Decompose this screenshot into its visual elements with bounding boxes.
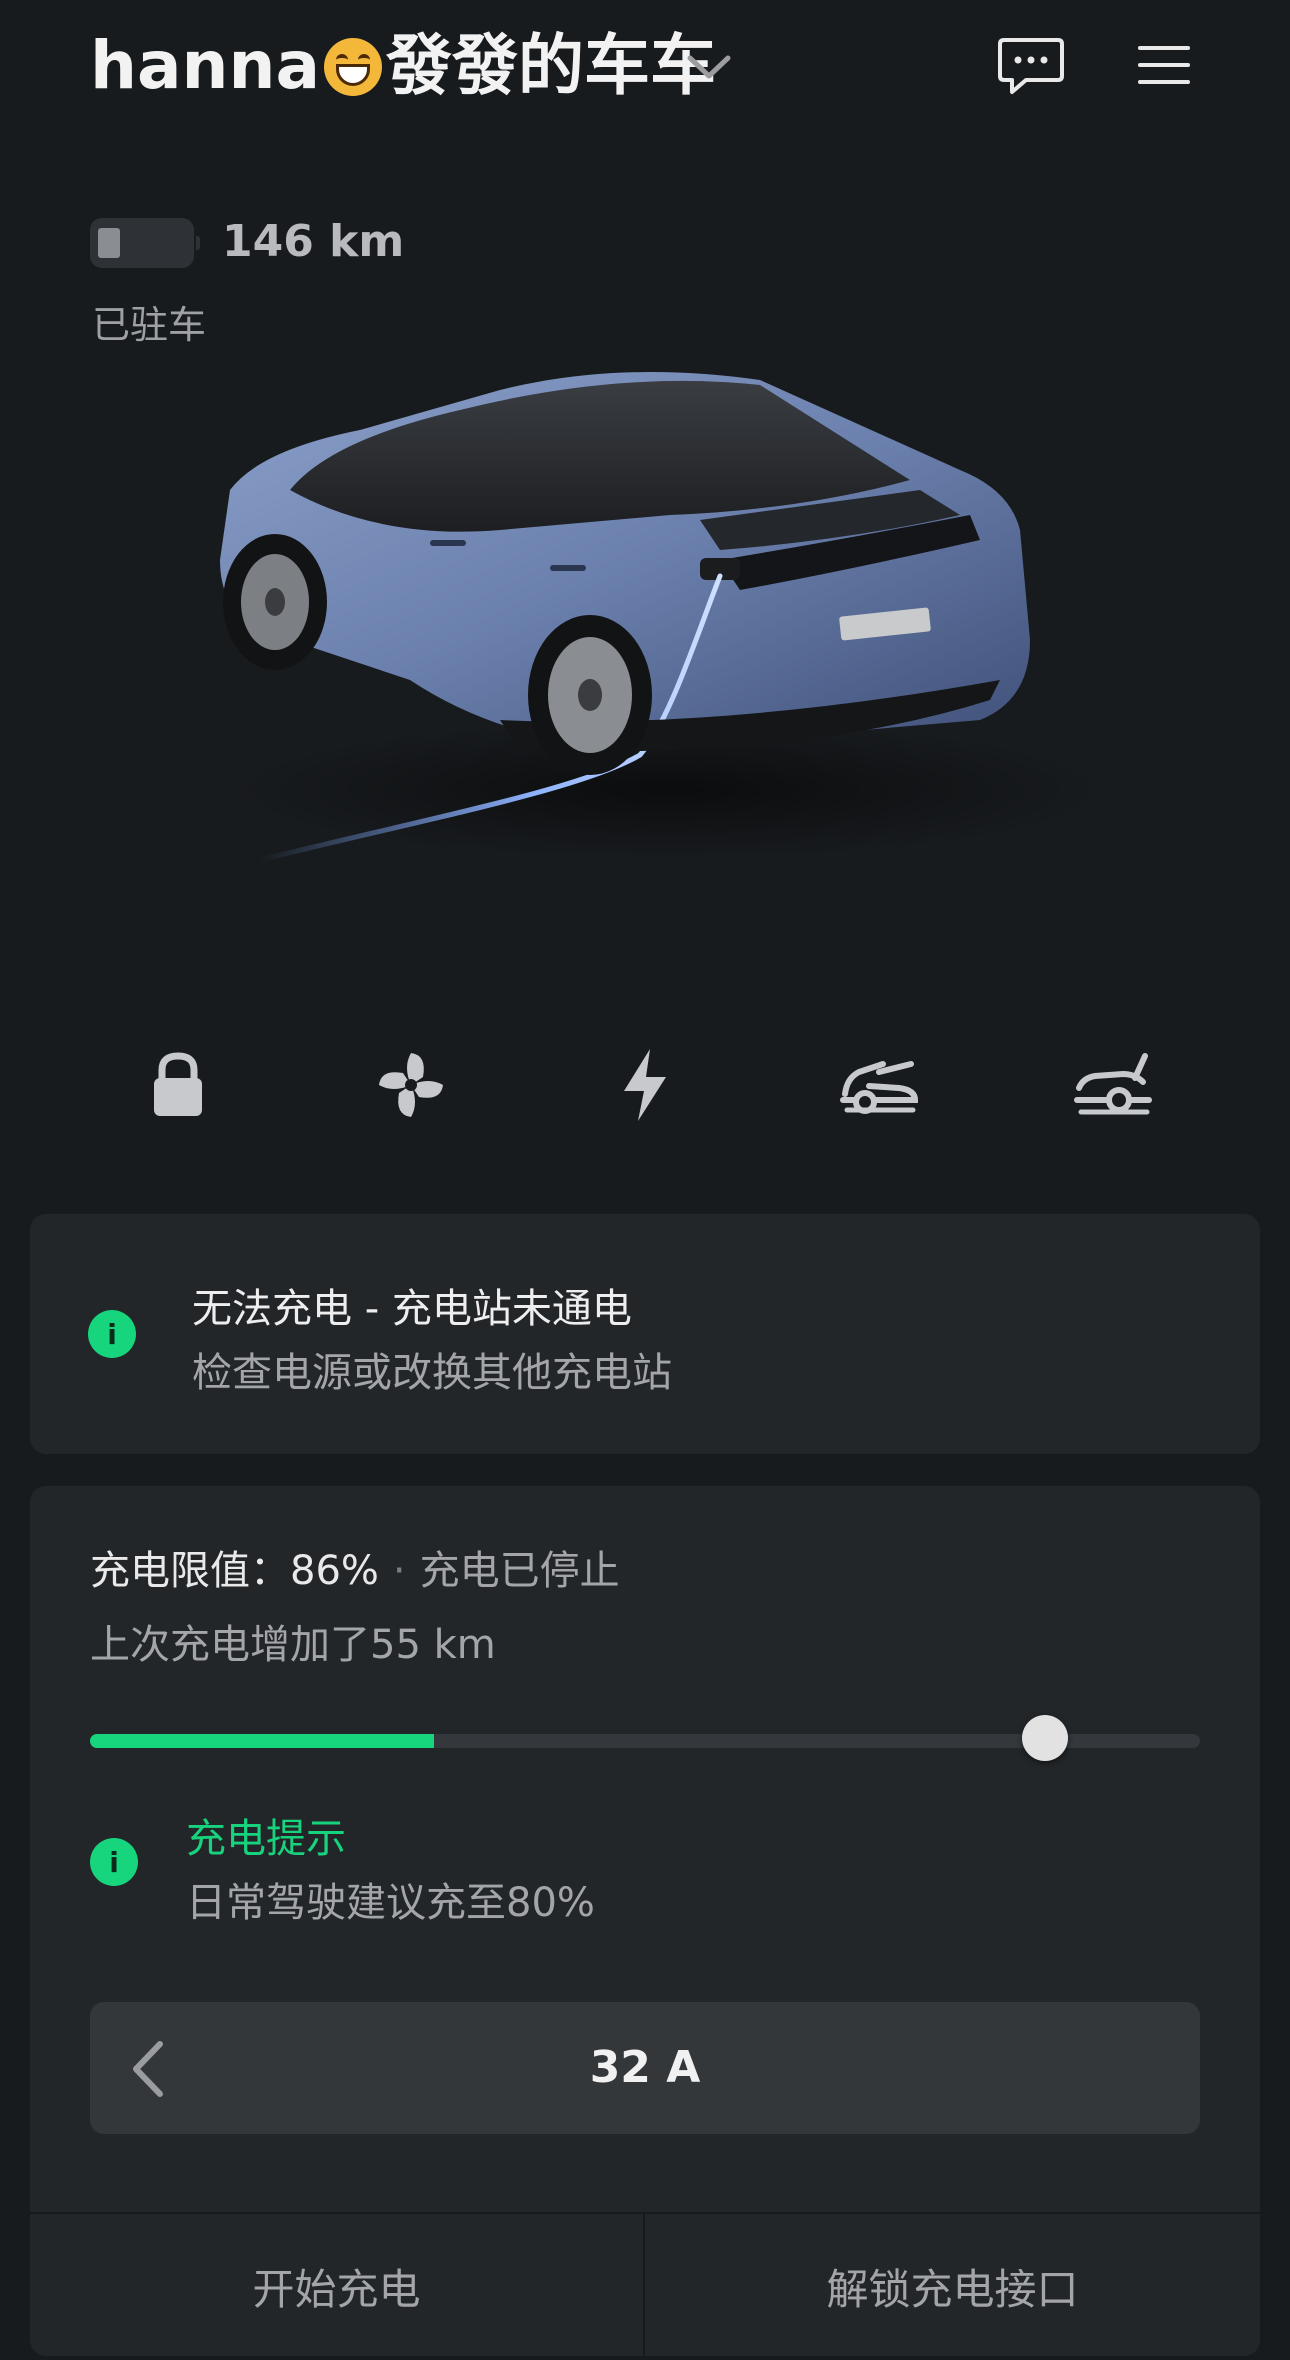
lock-button[interactable] [133,1040,223,1130]
chevron-down-icon[interactable] [686,52,732,82]
separator-dot: · [392,1548,406,1594]
charge-limit-value: 86% [290,1548,379,1594]
range-value: 146 km [222,216,405,267]
battery-indicator [90,218,200,268]
charging-status: 充电已停止 [419,1548,620,1594]
amperage-control: 32 A [90,2002,1200,2134]
alert-subtitle: 检查电源或改换其他充电站 [192,1350,672,1396]
charging-card: 充电限值：86% · 充电已停止 上次充电增加了55 km i 充电提示 日常驾驶建… [30,1486,1260,2358]
grinning-face-emoji [324,38,383,96]
car-name-prefix: hanna [90,27,321,104]
charge-limit-label: 充电限值： [90,1548,290,1594]
charging-tip-title: 充电提示 [186,1816,346,1862]
charge-bolt-icon [624,1049,666,1121]
chat-bubble-icon[interactable] [996,36,1066,96]
info-icon: i [90,1838,138,1886]
car-name-suffix: 發發的车车 [386,27,717,104]
amperage-value: 32 A [589,2042,701,2093]
trunk-button[interactable] [1068,1040,1158,1130]
charging-tip-body: 日常驾驶建议充至80% [186,1880,595,1926]
frunk-button[interactable] [834,1040,924,1130]
lock-icon [154,1052,202,1116]
battery-fill [98,228,120,258]
hamburger-menu-icon[interactable] [1136,42,1192,88]
frunk-icon [840,1061,919,1114]
charge-limit-slider-handle[interactable] [1021,1715,1068,1761]
charging-actions: 开始充电 解锁充电接口 [30,2212,1260,2358]
unlock-charge-port-button[interactable]: 解锁充电接口 [645,2214,1260,2358]
charging-alert-card: i 无法充电 - 充电站未通电 检查电源或改换其他充电站 [30,1214,1260,1454]
fan-icon [379,1053,443,1117]
info-icon: i [88,1310,136,1358]
battery-level-bar [90,1734,435,1748]
car-name-title[interactable]: hanna 發發的车车 [90,24,790,108]
climate-button[interactable] [366,1040,456,1130]
car-image[interactable] [200,340,1140,920]
parked-status: 已驻车 [92,303,207,347]
trunk-icon [1074,1053,1152,1115]
alert-title: 无法充电 - 充电站未通电 [192,1286,632,1332]
charge-limit-line: 充电限值：86% · 充电已停止 [90,1538,620,1596]
start-charging-button[interactable]: 开始充电 [30,2214,645,2358]
last-session-added: 上次充电增加了55 km [90,1622,496,1668]
charging-button[interactable] [600,1040,690,1130]
battery-tip [196,236,200,250]
